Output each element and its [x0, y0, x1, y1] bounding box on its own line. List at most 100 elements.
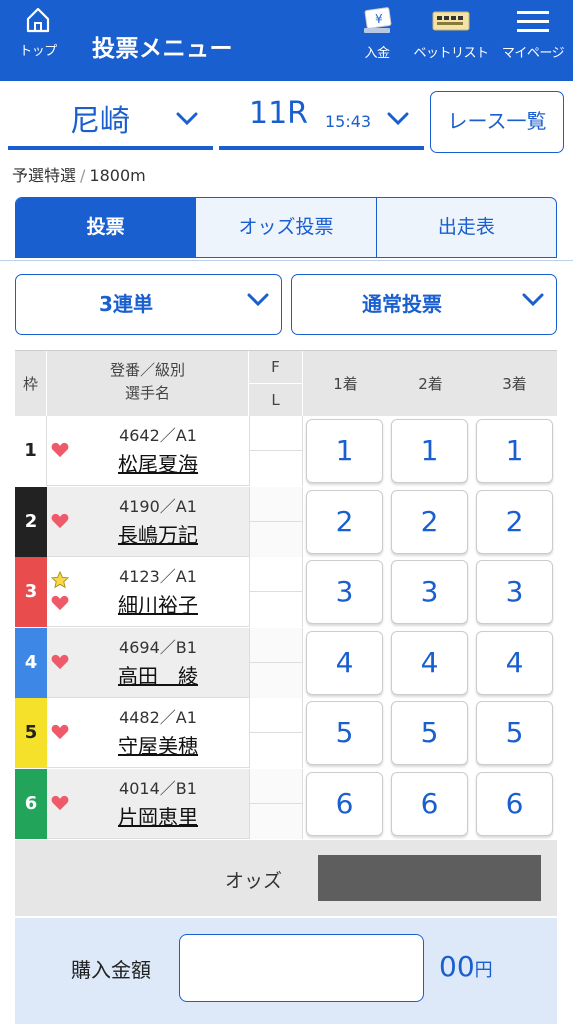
tab-vote[interactable]: 投票 — [16, 198, 196, 257]
rank1-boat-button[interactable]: 2 — [306, 489, 383, 554]
header-fl: F L — [249, 351, 303, 417]
header-name-bottom: 選手名 — [124, 384, 170, 402]
rank2-boat-button[interactable]: 5 — [391, 701, 468, 765]
fl-cell — [249, 768, 303, 839]
header-rank1: 1着 — [333, 375, 358, 393]
racer-reg: 4123／A1 — [119, 567, 197, 586]
rank3-boat-button[interactable]: 5 — [476, 701, 553, 765]
race-list-button[interactable]: レース一覧 — [430, 91, 564, 153]
racer-reg: 4482／A1 — [119, 708, 197, 727]
fl-cell — [249, 627, 303, 698]
racer-name-link[interactable]: 長嶋万記 — [47, 519, 249, 548]
table-row: 6 4014／B1 片岡恵里 6 6 6 — [15, 768, 557, 839]
bet-method-select[interactable]: 通常投票 — [291, 274, 557, 335]
rank2-boat-button[interactable]: 3 — [391, 560, 468, 624]
page-title: 投票メニュー — [92, 36, 233, 62]
rank3-boat-button[interactable]: 3 — [476, 560, 553, 624]
tab-odds-vote[interactable]: オッズ投票 — [195, 198, 375, 257]
table-row: 2 4190／A1 長嶋万記 2 2 2 — [15, 486, 557, 557]
bet-type-select[interactable]: 3連単 — [15, 274, 282, 335]
bet-tabs: 投票 オッズ投票 出走表 — [15, 197, 557, 258]
race-distance: 1800m — [89, 166, 146, 185]
racer-name-link[interactable]: 細川裕子 — [47, 589, 249, 618]
venue-select[interactable]: 尼崎 — [8, 90, 213, 150]
purchase-amount-label: 購入金額 — [71, 958, 151, 982]
home-button[interactable]: トップ — [14, 6, 62, 59]
rank2-boat-button[interactable]: 2 — [391, 489, 468, 554]
bet-method-value: 通常投票 — [362, 292, 442, 316]
waku-number: 6 — [15, 768, 47, 839]
fl-cell — [249, 486, 303, 557]
waku-number: 4 — [15, 627, 47, 698]
odds-row: オッズ — [15, 840, 557, 916]
f-count — [250, 698, 302, 733]
rank3-boat-button[interactable]: 2 — [476, 489, 553, 554]
racer-reg: 4014／B1 — [119, 778, 197, 798]
table-row: 5 4482／A1 守屋美穂 5 5 5 — [15, 698, 557, 768]
rank1-boat-button[interactable]: 1 — [306, 419, 383, 483]
header-rank3: 3着 — [502, 375, 527, 393]
amount-unit-yen: 円 — [474, 960, 493, 981]
waku-number: 1 — [15, 416, 47, 486]
header-l: L — [271, 391, 280, 409]
race-time: 15:43 — [325, 112, 372, 131]
racer-name-link[interactable]: 片岡恵里 — [47, 801, 249, 830]
amount-unit-suffix: 00 — [439, 950, 475, 983]
rank1-boat-button[interactable]: 4 — [306, 630, 383, 695]
tab-entry-list[interactable]: 出走表 — [375, 198, 556, 257]
svg-text:¥: ¥ — [375, 12, 383, 26]
racer-cell: 4123／A1 細川裕子 — [47, 557, 249, 627]
purchase-amount-input[interactable] — [179, 934, 424, 1002]
header-f: F — [249, 351, 302, 384]
rank1-boat-button[interactable]: 5 — [306, 701, 383, 765]
home-label: トップ — [19, 44, 57, 59]
waku-number: 5 — [15, 698, 47, 768]
race-select[interactable]: 11R 15:43 — [219, 90, 424, 150]
venue-value: 尼崎 — [70, 104, 130, 139]
home-icon — [26, 7, 50, 33]
racer-name-link[interactable]: 松尾夏海 — [47, 448, 249, 477]
betlist-button[interactable]: ベットリスト — [412, 6, 490, 61]
rank3-boat-button[interactable]: 6 — [476, 771, 553, 836]
deposit-label: 入金 — [364, 46, 390, 61]
odds-display — [318, 855, 541, 901]
header-name: 登番／級別 選手名 — [47, 351, 249, 417]
table-header: 枠 登番／級別 選手名 F L 1着 2着 3着 — [15, 350, 557, 417]
racer-name-link[interactable]: 守屋美穂 — [47, 730, 249, 759]
waku-number: 2 — [15, 486, 47, 557]
table-row: 3 4123／A1 細川裕子 3 3 3 — [15, 557, 557, 627]
fl-cell — [249, 557, 303, 627]
deposit-icon: ¥ — [364, 7, 392, 33]
fl-cell — [249, 698, 303, 768]
chevron-down-icon — [387, 112, 409, 126]
betlist-label: ベットリスト — [413, 46, 489, 61]
racer-cell: 4642／A1 松尾夏海 — [47, 416, 249, 486]
table-row: 1 4642／A1 松尾夏海 1 1 1 — [15, 416, 557, 486]
racer-reg: 4694／B1 — [119, 637, 197, 657]
table-row: 4 4694／B1 高田 綾444 — [15, 627, 557, 698]
header-name-top: 登番／級別 — [109, 361, 185, 379]
rank2-boat-button[interactable]: 4 — [391, 630, 468, 695]
race-info: 予選特選/1800m — [12, 162, 146, 186]
rank1-boat-button[interactable]: 3 — [306, 560, 383, 624]
ticket-icon — [432, 11, 470, 31]
header-rank2: 2着 — [418, 375, 443, 393]
divider — [0, 260, 573, 261]
waku-number: 3 — [15, 557, 47, 627]
menu-icon — [517, 11, 549, 32]
amount-unit: 00円 — [439, 950, 493, 983]
f-count — [250, 628, 302, 663]
rank3-boat-button[interactable]: 1 — [476, 419, 553, 483]
racer-cell: 4190／A1 長嶋万記 — [47, 486, 249, 557]
racer-name-link[interactable]: 高田 綾 — [47, 660, 249, 689]
deposit-button[interactable]: ¥ 入金 — [354, 6, 400, 61]
rank3-boat-button[interactable]: 4 — [476, 630, 553, 695]
racer-reg: 4190／A1 — [119, 496, 197, 516]
rank1-boat-button[interactable]: 6 — [306, 771, 383, 836]
rank2-boat-button[interactable]: 6 — [391, 771, 468, 836]
app-header: トップ 投票メニュー ¥ 入金 ベットリスト マイページ — [0, 0, 573, 81]
rank2-boat-button[interactable]: 1 — [391, 419, 468, 483]
chevron-down-icon — [247, 293, 269, 307]
mypage-button[interactable]: マイページ — [496, 6, 570, 61]
f-count — [250, 416, 302, 451]
